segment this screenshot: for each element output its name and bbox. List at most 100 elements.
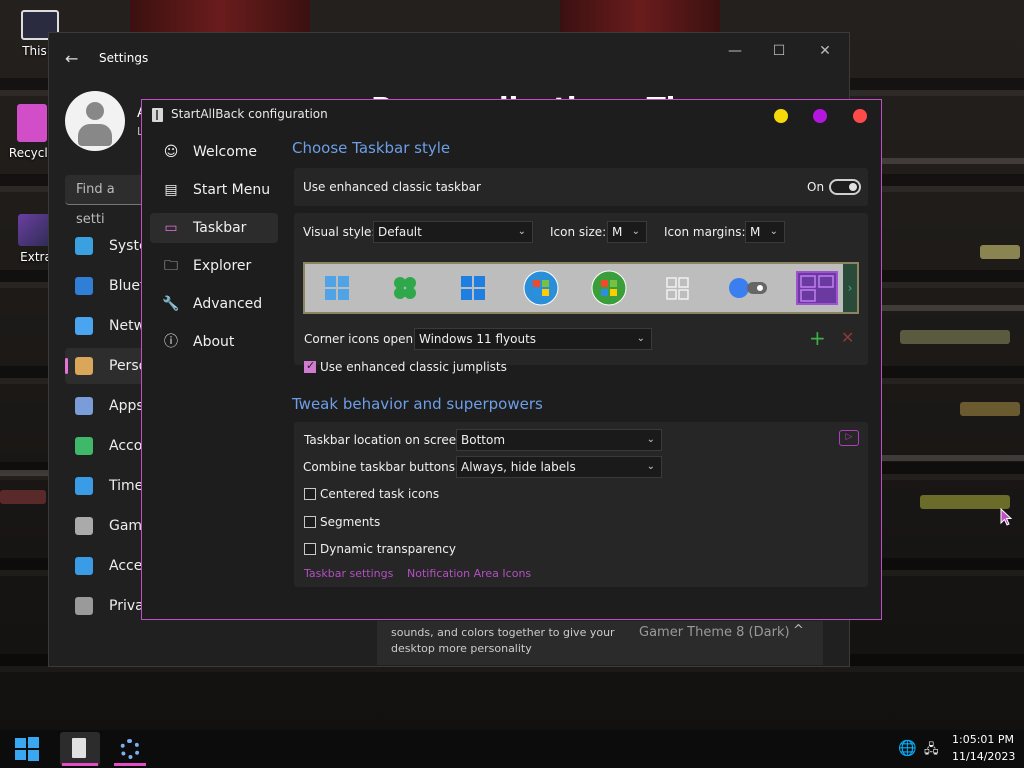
maximize-button[interactable]: ☐: [757, 43, 801, 59]
clock-date[interactable]: 11/14/2023: [952, 750, 1015, 763]
corner-icons-dropdown[interactable]: Windows 11 flyouts ⌄: [414, 328, 652, 350]
folder-icon: 🗀: [164, 258, 178, 274]
minimize-button[interactable]: —: [713, 43, 757, 59]
combine-buttons-value: Always, hide labels: [461, 460, 576, 474]
toggle-knob: [849, 183, 857, 191]
dynamic-transparency-label: Dynamic transparency: [320, 542, 456, 556]
win11-style-icon[interactable]: [319, 270, 355, 306]
toggle-state-label: On: [807, 180, 825, 194]
taskbar-settings-link[interactable]: Taskbar settings: [304, 567, 393, 580]
chevron-down-icon: ⌄: [631, 226, 640, 237]
settings-nav-label: Apps: [109, 398, 144, 414]
icon-size-dropdown[interactable]: M ⌄: [607, 221, 647, 243]
centered-task-icons-checkbox[interactable]: [304, 488, 316, 500]
startallback-config-window: StartAllBack configuration ☺ Welcome ▤ Star…: [141, 99, 882, 620]
settings-nav-label: Netw: [109, 318, 146, 334]
start-button[interactable]: [8, 734, 46, 764]
taskbar-location-dropdown[interactable]: Bottom ⌄: [456, 429, 662, 451]
dynamic-transparency-checkbox[interactable]: [304, 543, 316, 555]
network-disconnected-icon[interactable]: 🖧: [924, 740, 939, 762]
running-indicator: [114, 763, 146, 766]
avatar-body: [78, 124, 112, 146]
visual-style-dropdown[interactable]: Default ⌄: [373, 221, 533, 243]
settings-nav-item[interactable]: Blueto: [65, 268, 154, 304]
clover-style-icon[interactable]: [387, 270, 423, 306]
chevron-up-icon[interactable]: ^: [793, 623, 804, 638]
jumplists-checkbox[interactable]: [304, 359, 316, 373]
current-theme-name: Gamer Theme 8 (Dark): [639, 625, 790, 640]
taskbar-location-value: Bottom: [461, 433, 506, 447]
sab-sidebar-item-welcome[interactable]: ☺ Welcome: [150, 137, 278, 167]
wallpaper-shelf: [0, 470, 48, 476]
sab-sidebar-item-taskbar[interactable]: ▭ Taskbar: [150, 213, 278, 243]
clock-time[interactable]: 1:05:01 PM: [952, 733, 1014, 746]
settings-nav-label: Priva: [109, 598, 144, 614]
back-arrow-icon[interactable]: ←: [65, 49, 78, 68]
taskbar-app-settings[interactable]: [110, 732, 150, 766]
apps-icon: [75, 397, 93, 415]
visual-style-value: Default: [378, 225, 422, 239]
minimize-button[interactable]: [774, 109, 788, 123]
startallback-taskbar-icon: [72, 738, 86, 758]
wifi-icon: [75, 317, 93, 335]
sab-sidebar-item-explorer[interactable]: 🗀 Explorer: [150, 251, 278, 281]
combine-buttons-dropdown[interactable]: Always, hide labels ⌄: [456, 456, 662, 478]
settings-search-input[interactable]: Find a setti: [65, 175, 145, 227]
wallpaper-rifle: [920, 495, 1010, 509]
brush-icon: [75, 357, 93, 375]
notification-area-icons-link[interactable]: Notification Area Icons: [407, 567, 531, 580]
settings-nav-item[interactable]: Gami: [65, 508, 146, 544]
settings-nav-item[interactable]: Netw: [65, 308, 145, 344]
settings-nav-item[interactable]: Syste: [65, 228, 148, 264]
icon-margins-value: M: [750, 225, 761, 239]
sab-sidebar-item-about[interactable]: ⓘ About: [150, 327, 278, 357]
info-icon: ⓘ: [164, 334, 178, 350]
enhanced-taskbar-label: Use enhanced classic taskbar: [303, 180, 481, 194]
settings-nav-item[interactable]: Perso: [65, 348, 147, 384]
settings-nav-item[interactable]: Accou: [65, 428, 151, 464]
settings-nav-item[interactable]: Apps: [65, 388, 145, 424]
win10-style-icon[interactable]: [455, 270, 491, 306]
wallpaper-rifle: [980, 245, 1020, 259]
pill-toggle-style-icon[interactable]: [727, 270, 767, 306]
tweak-panel: Taskbar location on screen: Bottom ⌄ Comb…: [294, 422, 868, 587]
segments-checkbox[interactable]: [304, 516, 316, 528]
chevron-down-icon: ⌄: [517, 226, 526, 237]
gamepad-icon: [75, 517, 93, 535]
sab-sidebar-item-advanced[interactable]: 🔧 Advanced: [150, 289, 278, 319]
accessibility-icon: [75, 557, 93, 575]
settings-nav-item[interactable]: Time: [65, 468, 145, 504]
close-button[interactable]: ✕: [803, 43, 847, 59]
settings-nav-item[interactable]: Acces: [65, 548, 150, 584]
user-avatar[interactable]: [65, 91, 125, 151]
current-theme-card[interactable]: sounds, and colors together to give your…: [377, 621, 823, 665]
enhanced-taskbar-toggle[interactable]: [829, 179, 861, 195]
scroll-right-icon[interactable]: ›: [843, 264, 857, 312]
visual-style-label: Visual style:: [303, 225, 376, 239]
settings-nav-label: Time: [109, 478, 144, 494]
add-icon[interactable]: +: [809, 326, 826, 350]
settings-nav-item[interactable]: Priva: [65, 588, 145, 624]
recycle-bin-icon: [17, 104, 47, 142]
taskbar-location-label: Taskbar location on screen:: [304, 433, 468, 447]
icon-margins-dropdown[interactable]: M ⌄: [745, 221, 785, 243]
vista-orb-icon[interactable]: [591, 270, 627, 306]
globe-icon[interactable]: 🌐: [898, 739, 917, 757]
segments-label: Segments: [320, 515, 381, 529]
video-play-icon[interactable]: ▷: [839, 430, 859, 446]
enhanced-taskbar-row: Use enhanced classic taskbar On: [294, 168, 868, 206]
sab-sidebar-item-start-menu[interactable]: ▤ Start Menu: [150, 175, 278, 205]
monitor-icon: [75, 237, 93, 255]
taskbar-app-startallback[interactable]: [60, 732, 100, 766]
close-button[interactable]: [853, 109, 867, 123]
bluetooth-icon: [75, 277, 93, 295]
custom-style-icon[interactable]: [795, 270, 838, 306]
win7-orb-icon[interactable]: [523, 270, 559, 306]
icon-size-value: M: [612, 225, 623, 239]
account-icon: [75, 437, 93, 455]
gear-icon: [120, 739, 140, 759]
sab-sidebar-label: About: [193, 334, 235, 350]
grid-style-icon[interactable]: [659, 270, 695, 306]
remove-icon[interactable]: ✕: [841, 328, 854, 347]
maximize-button[interactable]: [813, 109, 827, 123]
